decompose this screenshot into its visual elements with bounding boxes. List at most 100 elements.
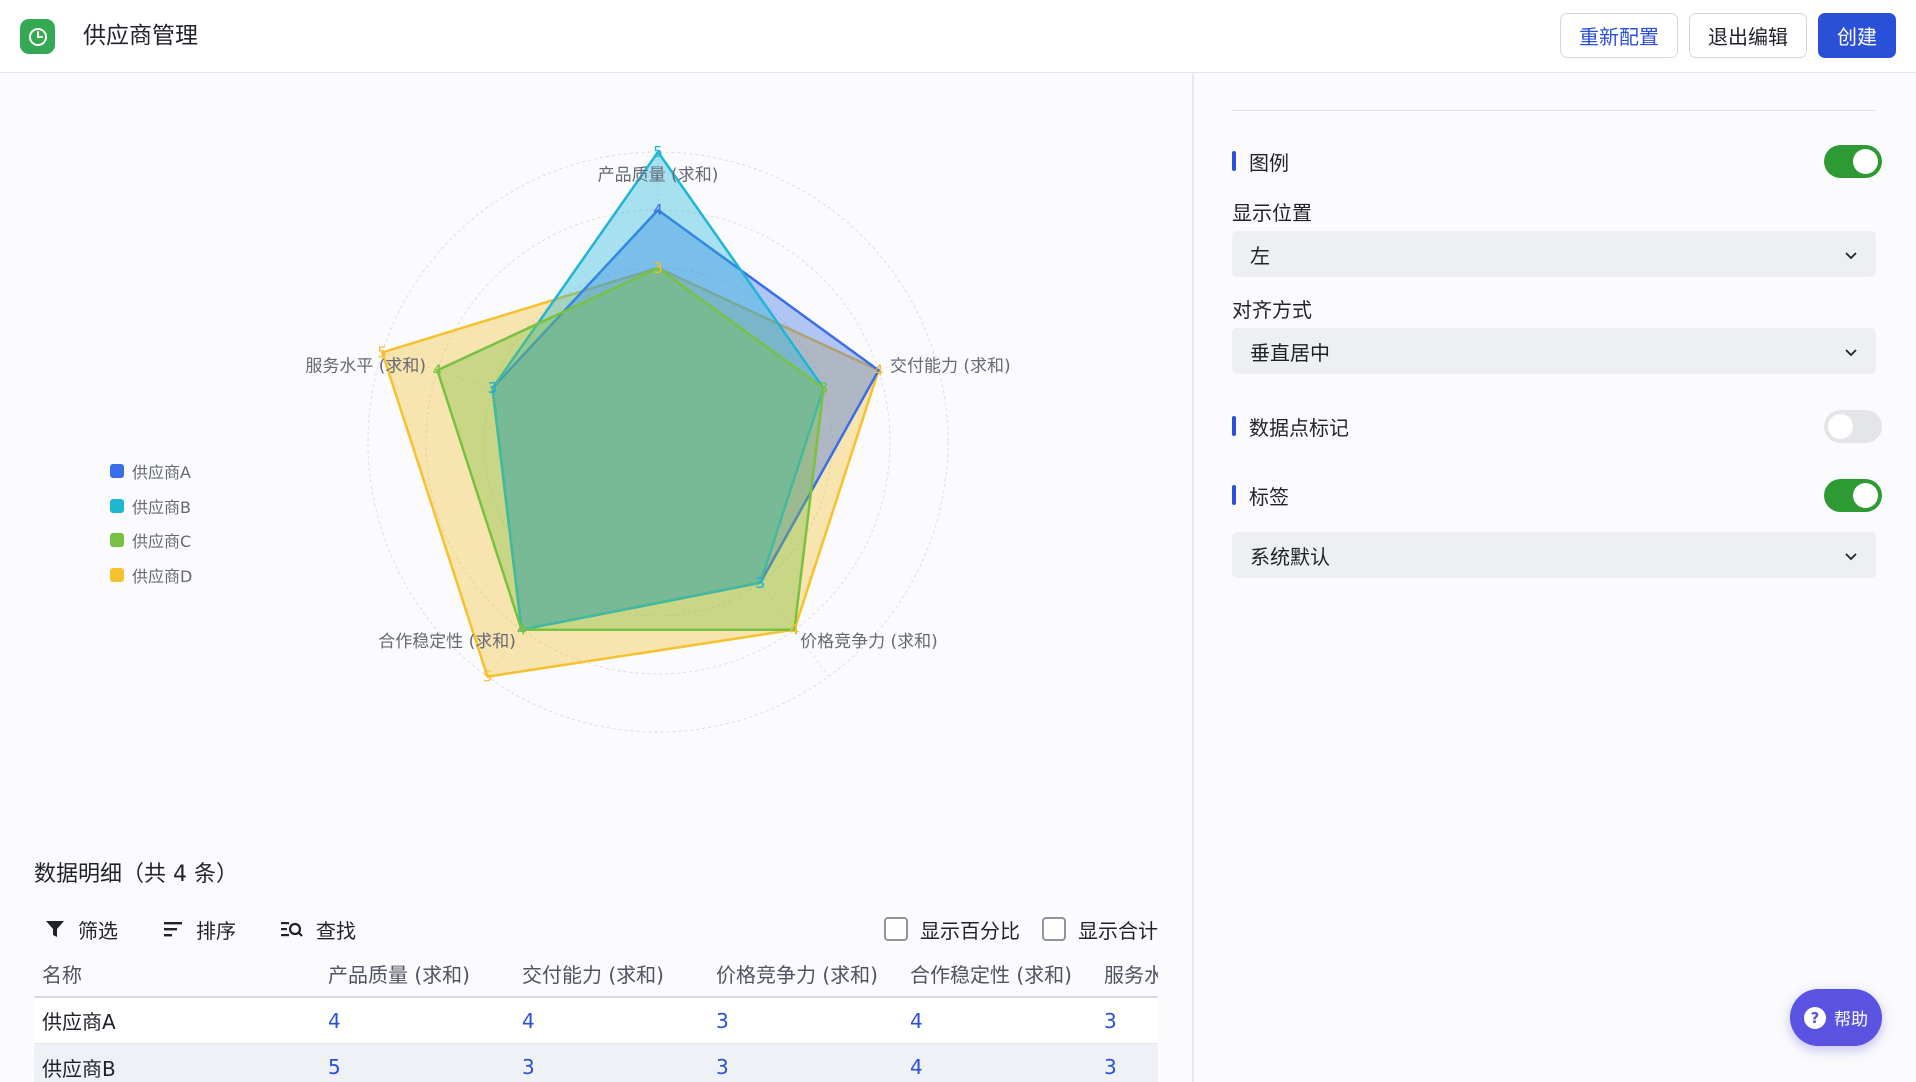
labels-section-title: 标签 xyxy=(1232,480,1289,510)
section-marker xyxy=(1232,485,1236,505)
legend-toggle[interactable] xyxy=(1824,145,1882,178)
help-icon: ? xyxy=(1804,1006,1826,1029)
radar-axis-label: 合作稳定性 (求和) xyxy=(378,632,516,652)
cell-value: 3 xyxy=(1104,1055,1117,1079)
labels-section-label: 标签 xyxy=(1249,484,1289,509)
markers-toggle[interactable] xyxy=(1824,410,1882,443)
legend-label: 供应商C xyxy=(132,532,192,552)
position-select[interactable]: 左 xyxy=(1232,231,1876,277)
radar-axis-label: 交付能力 (求和) xyxy=(890,357,1011,377)
section-divider xyxy=(1232,110,1876,111)
cell-value: 5 xyxy=(328,1055,341,1079)
filter-label: 筛选 xyxy=(78,918,118,943)
radar-axis-label: 产品质量 (求和) xyxy=(598,166,719,186)
sort-icon xyxy=(162,918,184,940)
help-label: 帮助 xyxy=(1834,1010,1868,1030)
checkbox-box[interactable] xyxy=(1042,917,1066,941)
search-icon xyxy=(280,918,304,940)
legend-section-title: 图例 xyxy=(1232,146,1289,176)
search-label: 查找 xyxy=(316,918,356,943)
table-row[interactable]: 供应商A 4 4 3 4 3 xyxy=(34,998,1158,1044)
row-name: 供应商B xyxy=(42,1056,116,1081)
show-percent-label: 显示百分比 xyxy=(920,918,1020,943)
labels-select[interactable]: 系统默认 xyxy=(1232,532,1876,578)
radar-data-label: 3 xyxy=(819,379,829,397)
position-label: 显示位置 xyxy=(1232,201,1312,225)
radar-data-label: 4 xyxy=(517,621,527,639)
legend-label: 供应商B xyxy=(132,497,191,517)
align-label: 对齐方式 xyxy=(1232,298,1312,322)
legend-label: 供应商A xyxy=(132,463,191,483)
radar-data-label: 3 xyxy=(653,259,663,277)
legend-item-supplier-d[interactable]: 供应商D xyxy=(110,558,192,593)
radar-data-label: 3 xyxy=(488,379,498,397)
app-logo-icon xyxy=(20,19,55,54)
toggle-knob xyxy=(1828,414,1853,439)
cell-value: 3 xyxy=(716,1055,729,1079)
cell-value: 4 xyxy=(522,1008,535,1033)
legend-item-supplier-c[interactable]: 供应商C xyxy=(110,523,192,558)
show-percent-checkbox[interactable]: 显示百分比 xyxy=(884,916,1020,943)
show-total-checkbox[interactable]: 显示合计 xyxy=(1042,916,1158,943)
filter-button[interactable]: 筛选 xyxy=(44,914,118,944)
chart-legend: 供应商A 供应商B 供应商C 供应商D xyxy=(110,454,192,592)
markers-section-title: 数据点标记 xyxy=(1232,411,1349,441)
settings-panel: 图例 显示位置 左 对齐方式 垂直居中 数据点标记 标签 系统默认 xyxy=(1194,74,1916,1082)
legend-item-supplier-b[interactable]: 供应商B xyxy=(110,489,192,524)
align-select[interactable]: 垂直居中 xyxy=(1232,328,1876,374)
cell-value: 4 xyxy=(328,1008,341,1033)
cell-value: 3 xyxy=(522,1055,535,1079)
radar-data-label: 5 xyxy=(483,668,493,686)
labels-toggle[interactable] xyxy=(1824,479,1882,512)
radar-data-label: 4 xyxy=(874,361,884,379)
create-button[interactable]: 创建 xyxy=(1818,13,1896,58)
show-total-label: 显示合计 xyxy=(1078,918,1158,943)
radar-data-label: 4 xyxy=(433,361,443,379)
row-name: 供应商A xyxy=(42,1010,116,1034)
chevron-down-icon xyxy=(1842,342,1860,366)
radar-axis-label: 服务水平 (求和) xyxy=(305,357,426,377)
position-value: 左 xyxy=(1250,243,1270,268)
table-row[interactable]: 供应商B 5 3 3 4 3 xyxy=(34,1044,1158,1082)
legend-section-label: 图例 xyxy=(1249,150,1289,175)
cell-value: 3 xyxy=(716,1008,729,1033)
column-header[interactable]: 服务水平 (求和) xyxy=(1104,950,1158,996)
chevron-down-icon xyxy=(1842,546,1860,570)
legend-swatch xyxy=(110,498,124,513)
data-table: 名称 产品质量 (求和) 交付能力 (求和) 价格竞争力 (求和) 合作稳定性 … xyxy=(34,950,1158,1082)
filter-icon xyxy=(44,918,66,940)
radar-axis-label: 价格竞争力 (求和) xyxy=(800,632,938,652)
help-button[interactable]: ? 帮助 xyxy=(1790,989,1882,1046)
legend-item-supplier-a[interactable]: 供应商A xyxy=(110,454,192,489)
cell-value: 3 xyxy=(1104,1008,1117,1033)
column-header[interactable]: 名称 xyxy=(42,950,82,996)
cell-value: 4 xyxy=(910,1008,923,1033)
radar-data-label: 5 xyxy=(653,143,663,161)
column-header[interactable]: 价格竞争力 (求和) xyxy=(716,950,878,996)
exit-edit-button[interactable]: 退出编辑 xyxy=(1689,13,1807,58)
section-marker xyxy=(1232,151,1236,171)
labels-value: 系统默认 xyxy=(1250,544,1330,569)
radar-data-label: 4 xyxy=(653,201,663,219)
legend-swatch xyxy=(110,567,124,582)
radar-data-label: 4 xyxy=(790,621,800,639)
checkbox-box[interactable] xyxy=(884,917,908,941)
sort-label: 排序 xyxy=(196,918,236,943)
legend-swatch xyxy=(110,533,124,548)
search-button[interactable]: 查找 xyxy=(280,914,356,944)
column-header[interactable]: 交付能力 (求和) xyxy=(522,950,664,996)
toggle-knob xyxy=(1853,149,1878,174)
align-value: 垂直居中 xyxy=(1250,340,1330,365)
table-header-row: 名称 产品质量 (求和) 交付能力 (求和) 价格竞争力 (求和) 合作稳定性 … xyxy=(34,950,1158,998)
reconfigure-button[interactable]: 重新配置 xyxy=(1560,13,1678,58)
chart-panel: 4 4 3 4 3 5 3 3 4 3 3 3 4 4 4 3 4 4 5 5 产品质量 (求和) 交付能力 (求和) 价格… xyxy=(0,74,1192,1082)
cell-value: 4 xyxy=(910,1055,923,1079)
top-bar: 供应商管理 重新配置 退出编辑 创建 xyxy=(0,0,1916,73)
page-title: 供应商管理 xyxy=(83,23,198,49)
data-detail-title: 数据明细（共 4 条） xyxy=(34,862,238,887)
chevron-down-icon xyxy=(1842,245,1860,269)
column-header[interactable]: 合作稳定性 (求和) xyxy=(910,950,1072,996)
sort-button[interactable]: 排序 xyxy=(162,914,236,944)
legend-swatch xyxy=(110,464,124,479)
column-header[interactable]: 产品质量 (求和) xyxy=(328,950,470,996)
